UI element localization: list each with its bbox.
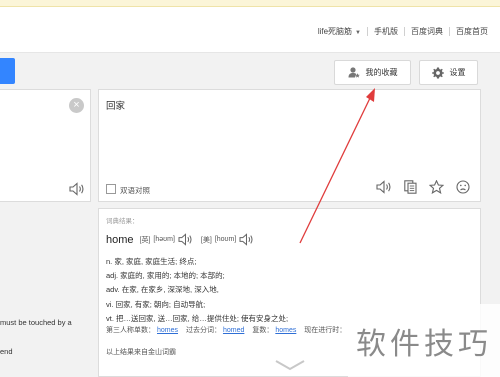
form-label: 复数： xyxy=(252,327,274,334)
word-forms: 第三人称单数： homes 过去分词： homed 复数： homes 现在进行时： xyxy=(106,325,348,335)
my-favorites-button[interactable]: 我的收藏 xyxy=(334,60,411,85)
word-header: home [英] [həʊm] [美] [hoʊm] xyxy=(106,233,254,246)
us-phonetic: [hoʊm] xyxy=(214,236,237,243)
close-icon[interactable]: × xyxy=(69,98,84,113)
chevron-down-icon[interactable] xyxy=(270,358,310,372)
definition-line: adv. 在家, 在家乡, 深深地, 深入地, xyxy=(106,285,219,295)
form-link[interactable]: homed xyxy=(223,327,244,334)
user-star-icon xyxy=(348,67,360,78)
nav-link-baidu-home[interactable]: 百度首页 xyxy=(450,26,494,37)
speaker-icon[interactable] xyxy=(178,233,193,246)
chevron-down-icon: ▼ xyxy=(355,30,361,36)
uk-label: [英] xyxy=(139,236,151,244)
bilingual-checkbox[interactable] xyxy=(106,184,116,194)
form-link[interactable]: homes xyxy=(275,327,296,334)
definitions-list: n. 家, 家庭, 家庭生活; 终点; adj. 家庭的, 家用的; 本地的; … xyxy=(106,255,288,326)
dictionary-title: 词典结果： xyxy=(106,218,139,225)
translation-result-text: 回家 xyxy=(106,101,126,112)
form-label: 过去分词： xyxy=(185,327,221,334)
user-name: life死脑筋 xyxy=(317,27,353,36)
translate-button[interactable] xyxy=(0,58,15,84)
source-note: 以上结果来自金山词霸 xyxy=(106,349,176,356)
form-label: 第三人称单数： xyxy=(106,327,155,334)
bilingual-label: 双语对照 xyxy=(120,186,150,195)
translation-output-panel: 回家 双语对照 xyxy=(98,89,481,202)
us-label: [美] xyxy=(200,236,212,244)
headword: home xyxy=(106,233,134,246)
definition-line: vi. 回家, 有家; 朝向; 自动导航; xyxy=(106,299,206,309)
definition-line: vt. 把…送回家, 送…回家, 给…提供住处; 使有安身之处; xyxy=(106,313,289,323)
sad-face-icon[interactable] xyxy=(456,180,470,194)
top-navigation-bar: life死脑筋 ▼ 手机版 百度词典 百度首页 xyxy=(0,7,500,53)
uk-phonetic: [həʊm] xyxy=(153,236,175,243)
speaker-icon[interactable] xyxy=(69,182,85,196)
settings-label: 设置 xyxy=(449,68,466,77)
nav-link-baidu-dict[interactable]: 百度词典 xyxy=(405,26,449,37)
watermark-logo: 软件技巧 xyxy=(348,304,500,377)
nav-link-mobile[interactable]: 手机版 xyxy=(368,26,404,37)
definition-line: n. 家, 家庭, 家庭生活; 终点; xyxy=(106,257,197,266)
top-notice-band xyxy=(0,0,500,7)
speaker-icon[interactable] xyxy=(239,233,254,246)
form-link[interactable]: homes xyxy=(157,327,178,334)
left-text-fragment: end xyxy=(0,347,13,356)
user-menu[interactable]: life死脑筋 ▼ xyxy=(312,26,367,37)
form-label: 现在进行时： xyxy=(304,327,347,334)
gear-icon xyxy=(431,67,444,78)
star-icon[interactable] xyxy=(429,180,444,194)
left-text-fragment: must be touched by a xyxy=(0,318,72,327)
source-input-panel[interactable]: × xyxy=(0,89,91,202)
speaker-icon[interactable] xyxy=(376,180,392,194)
copy-icon[interactable] xyxy=(404,180,417,194)
my-favorites-label: 我的收藏 xyxy=(365,68,398,77)
definition-line: adj. 家庭的, 家用的; 本地的; 本部的; xyxy=(106,271,225,281)
output-actions xyxy=(376,180,470,194)
settings-button[interactable]: 设置 xyxy=(419,60,478,85)
nav-links: life死脑筋 ▼ 手机版 百度词典 百度首页 xyxy=(312,26,494,37)
